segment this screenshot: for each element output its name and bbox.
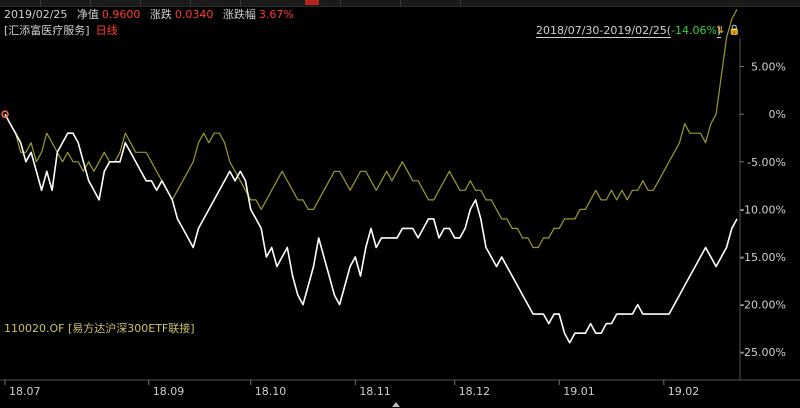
x-tick-label: 18.10 bbox=[255, 385, 287, 398]
start-point-marker bbox=[1, 110, 9, 118]
scroll-handle-icon[interactable] bbox=[392, 402, 400, 407]
compare-legend[interactable]: 110020.OF [易方达沪深300ETF联接] bbox=[4, 320, 195, 336]
compare-series-line bbox=[4, 9, 738, 249]
y-tick-label: 0% bbox=[769, 108, 786, 121]
y-tick-label: -15.00% bbox=[740, 251, 786, 264]
y-tick-label: -10.00% bbox=[740, 203, 786, 216]
x-tick-label: 19.02 bbox=[668, 385, 700, 398]
fund-series-line bbox=[4, 113, 738, 344]
performance-chart: 5.00% 0% -5.00% -10.00% -15.00% -20.00% -25.00… bbox=[0, 9, 800, 398]
x-tick-label: 18.12 bbox=[459, 385, 491, 398]
y-tick-labels: 5.00% 0% -5.00% -10.00% -15.00% -20.00% -25.00… bbox=[740, 61, 786, 359]
x-tick-label: 18.11 bbox=[359, 385, 391, 398]
x-tick-label: 18.07 bbox=[9, 385, 41, 398]
x-tick-label: 18.09 bbox=[153, 385, 185, 398]
x-tick-label: 19.01 bbox=[563, 385, 595, 398]
x-tick-labels: 18.07 18.09 18.10 18.11 18.12 19.01 19.02 bbox=[4, 380, 700, 398]
chart-series bbox=[1, 9, 738, 344]
y-tick-label: -25.00% bbox=[740, 346, 786, 359]
y-tick-label: -5.00% bbox=[747, 156, 786, 169]
y-tick-label: 5.00% bbox=[751, 61, 786, 74]
y-tick-label: -20.00% bbox=[740, 299, 786, 312]
